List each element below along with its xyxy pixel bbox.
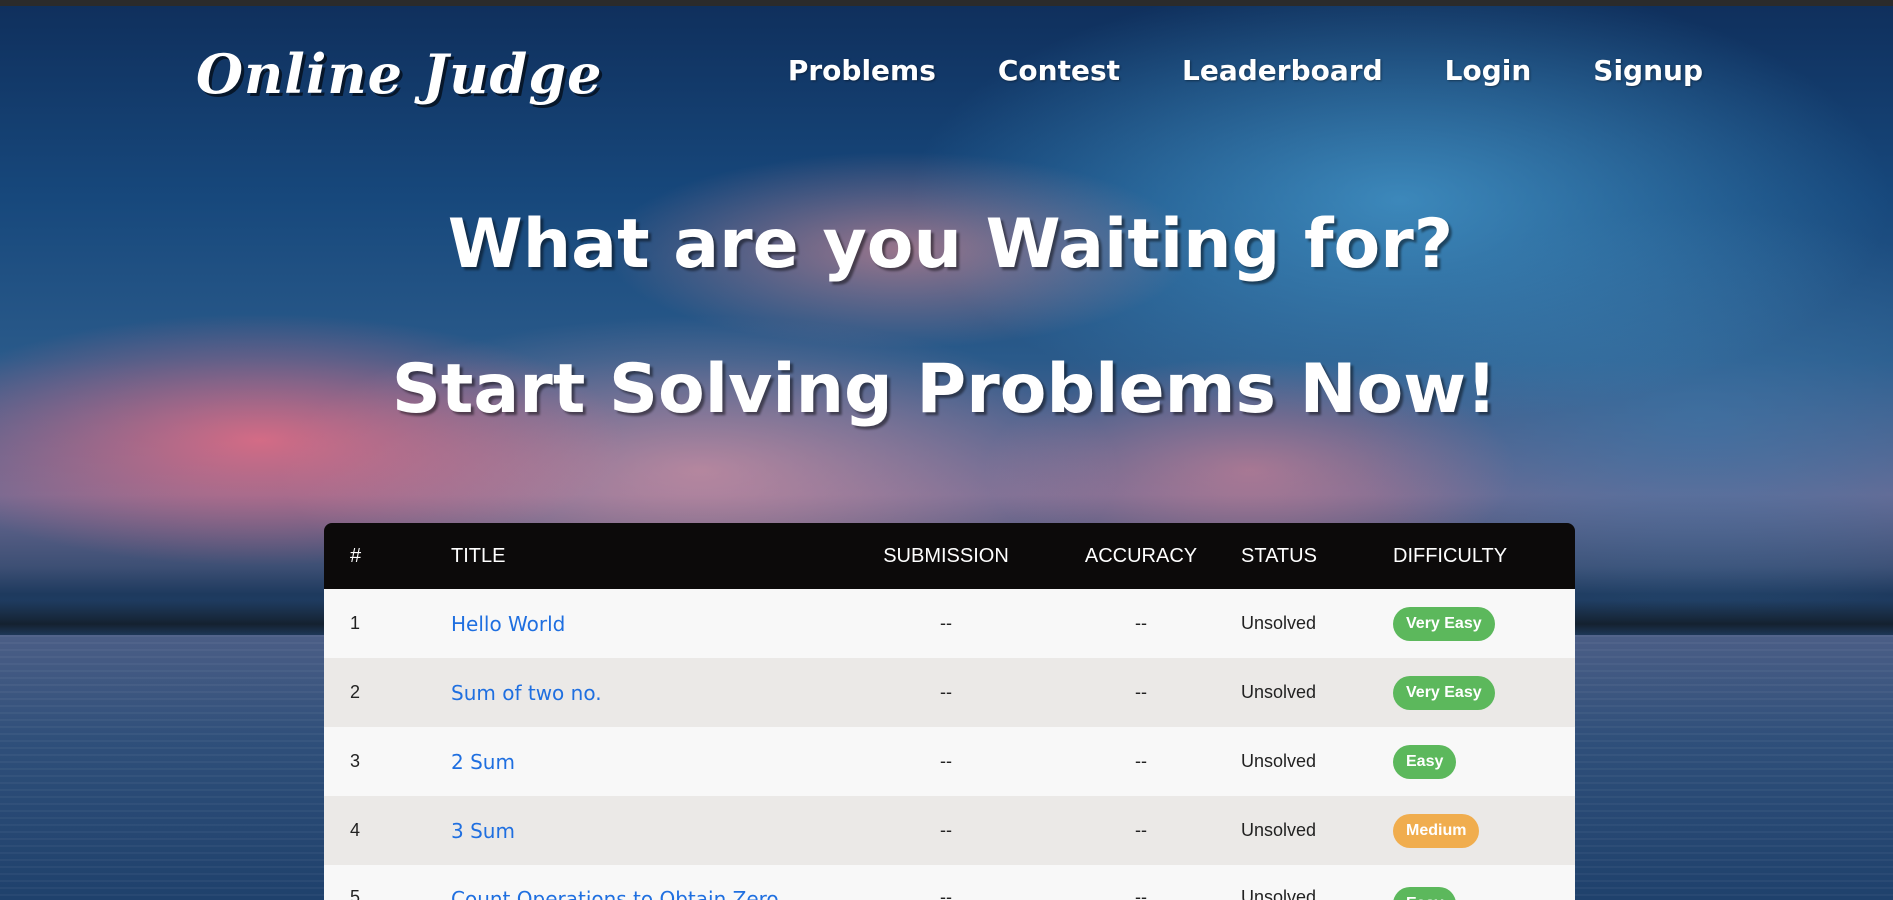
problem-submission: -- bbox=[940, 613, 952, 633]
problem-accuracy: -- bbox=[1135, 751, 1147, 771]
problem-submission: -- bbox=[940, 751, 952, 771]
nav-contest[interactable]: Contest bbox=[998, 54, 1120, 87]
page: Online Judge Problems Contest Leaderboar… bbox=[0, 0, 1893, 900]
table-body: 1 Hello World -- -- Unsolved Very Easy 2… bbox=[324, 589, 1575, 900]
difficulty-badge: Very Easy bbox=[1393, 606, 1495, 641]
problem-difficulty-cell: Easy bbox=[1393, 865, 1575, 900]
problem-submission: -- bbox=[940, 820, 952, 840]
brand-logo[interactable]: Online Judge bbox=[196, 42, 602, 106]
problem-title-cell: Hello World bbox=[451, 589, 851, 658]
table-row: 4 3 Sum -- -- Unsolved Medium bbox=[324, 796, 1575, 865]
nav-login[interactable]: Login bbox=[1445, 54, 1532, 87]
problem-title-cell: Count Operations to Obtain Zero bbox=[451, 865, 851, 900]
problem-title-cell: 2 Sum bbox=[451, 727, 851, 796]
problem-title-cell: Sum of two no. bbox=[451, 658, 851, 727]
problem-number: 1 bbox=[350, 613, 361, 633]
hero-subheading: Start Solving Problems Now! bbox=[391, 350, 1498, 429]
problem-accuracy: -- bbox=[1135, 613, 1147, 633]
problem-title-link[interactable]: Hello World bbox=[451, 612, 565, 636]
problem-difficulty-cell: Medium bbox=[1393, 796, 1575, 865]
column-header-status: STATUS bbox=[1241, 544, 1317, 567]
problem-status: Unsolved bbox=[1241, 887, 1317, 900]
problem-accuracy: -- bbox=[1135, 682, 1147, 702]
problem-status: Unsolved bbox=[1241, 820, 1317, 840]
problem-title-cell: 3 Sum bbox=[451, 796, 851, 865]
column-header-accuracy: ACCURACY bbox=[1084, 544, 1198, 567]
problem-number: 2 bbox=[350, 682, 361, 702]
problem-difficulty-cell: Easy bbox=[1393, 727, 1575, 796]
problems-table-container: # TITLE SUBMISSION ACCURACY STATUS DIFFI… bbox=[324, 523, 1575, 900]
problem-number: 3 bbox=[350, 751, 361, 771]
difficulty-badge: Easy bbox=[1393, 887, 1457, 900]
difficulty-badge: Easy bbox=[1393, 744, 1457, 779]
table-header: # TITLE SUBMISSION ACCURACY STATUS DIFFI… bbox=[324, 523, 1575, 589]
problem-title-link[interactable]: Sum of two no. bbox=[451, 681, 602, 705]
table-row: 3 2 Sum -- -- Unsolved Easy bbox=[324, 727, 1575, 796]
problem-difficulty-cell: Very Easy bbox=[1393, 589, 1575, 658]
column-header-title: TITLE bbox=[451, 544, 506, 567]
table-row: 2 Sum of two no. -- -- Unsolved Very Eas… bbox=[324, 658, 1575, 727]
table-row: 5 Count Operations to Obtain Zero -- -- … bbox=[324, 865, 1575, 900]
top-nav: Problems Contest Leaderboard Login Signu… bbox=[788, 54, 1703, 87]
problem-number: 4 bbox=[350, 820, 361, 840]
table-row: 1 Hello World -- -- Unsolved Very Easy bbox=[324, 589, 1575, 658]
problem-submission: -- bbox=[940, 887, 952, 900]
column-header-difficulty: DIFFICULTY bbox=[1393, 544, 1508, 567]
problem-title-link[interactable]: Count Operations to Obtain Zero bbox=[451, 887, 779, 900]
difficulty-badge: Medium bbox=[1393, 813, 1480, 848]
difficulty-badge: Very Easy bbox=[1393, 675, 1495, 710]
column-header-num: # bbox=[350, 544, 362, 567]
nav-leaderboard[interactable]: Leaderboard bbox=[1182, 54, 1383, 87]
problems-table: # TITLE SUBMISSION ACCURACY STATUS DIFFI… bbox=[324, 523, 1575, 900]
problem-difficulty-cell: Very Easy bbox=[1393, 658, 1575, 727]
hero-heading: What are you Waiting for? bbox=[447, 205, 1454, 284]
problem-number: 5 bbox=[350, 887, 361, 900]
problem-title-link[interactable]: 2 Sum bbox=[451, 750, 515, 774]
problem-status: Unsolved bbox=[1241, 751, 1317, 771]
nav-problems[interactable]: Problems bbox=[788, 54, 936, 87]
nav-signup[interactable]: Signup bbox=[1593, 54, 1703, 87]
problem-status: Unsolved bbox=[1241, 613, 1317, 633]
problem-title-link[interactable]: 3 Sum bbox=[451, 819, 515, 843]
browser-top-edge bbox=[0, 0, 1893, 6]
problem-accuracy: -- bbox=[1135, 820, 1147, 840]
problem-status: Unsolved bbox=[1241, 682, 1317, 702]
column-header-submission: SUBMISSION bbox=[883, 544, 1009, 567]
table-header-row: # TITLE SUBMISSION ACCURACY STATUS DIFFI… bbox=[324, 523, 1575, 589]
problem-accuracy: -- bbox=[1135, 887, 1147, 900]
problem-submission: -- bbox=[940, 682, 952, 702]
